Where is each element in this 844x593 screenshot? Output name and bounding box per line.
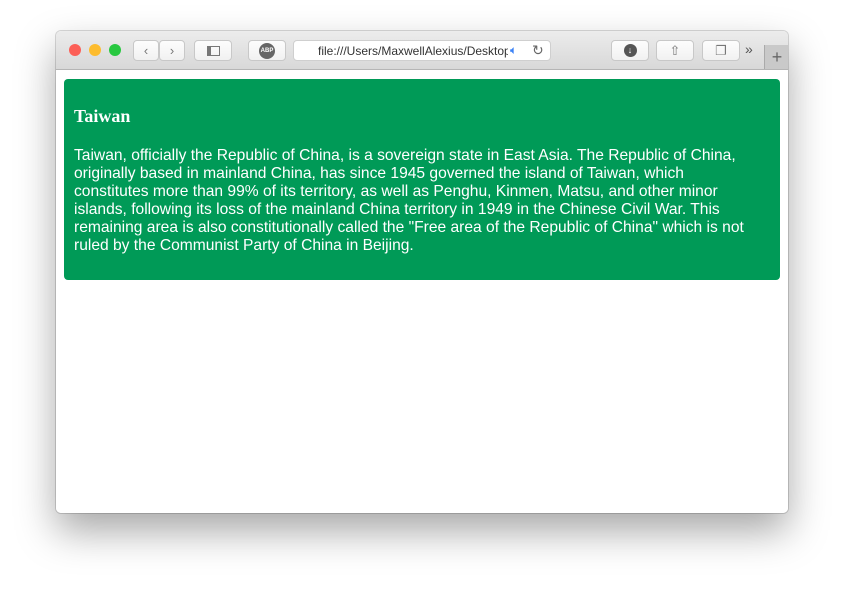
close-window-button[interactable] <box>69 44 81 56</box>
adblock-button[interactable]: ABP <box>248 40 286 61</box>
body-line: originally based in mainland China, has … <box>74 165 684 182</box>
body-line: islands, following its loss of the mainl… <box>74 201 720 218</box>
speaker-icon[interactable]: 🔈︎ <box>510 43 517 58</box>
sidebar-button[interactable] <box>194 40 232 61</box>
body-line: remaining area is also constitutionally … <box>74 219 744 236</box>
zoom-window-button[interactable] <box>109 44 121 56</box>
card-title: Taiwan <box>74 106 131 126</box>
info-card: Taiwan Taiwan, officially the Republic o… <box>64 79 780 280</box>
body-line: constitutes more than 99% of its territo… <box>74 183 718 200</box>
more-chevron-icon[interactable]: » <box>745 41 753 57</box>
share-button[interactable]: ⇧ <box>656 40 694 61</box>
back-button[interactable]: ‹ <box>133 40 159 61</box>
page-content: Taiwan Taiwan, officially the Republic o… <box>56 70 788 513</box>
address-bar[interactable]: file:///Users/MaxwellAlexius/Desktop 🔈︎ … <box>293 40 551 61</box>
new-tab-button[interactable]: + <box>764 45 788 69</box>
forward-button[interactable]: › <box>159 40 185 61</box>
body-line: Taiwan, officially the Republic of China… <box>74 147 736 164</box>
browser-window: ‹ › ABP file:///Users/MaxwellAlexius/Des… <box>56 31 788 513</box>
download-icon: ↓ <box>623 44 637 57</box>
share-icon: ⇧ <box>669 42 681 58</box>
url-text: file:///Users/MaxwellAlexius/Desktop <box>318 44 508 58</box>
adblock-icon: ABP <box>259 42 275 59</box>
tabs-overview-button[interactable]: ❐ <box>702 40 740 61</box>
downloads-button[interactable]: ↓ <box>611 40 649 61</box>
minimize-window-button[interactable] <box>89 44 101 56</box>
chevron-left-icon: ‹ <box>143 43 149 58</box>
reload-icon[interactable]: ↻ <box>532 42 544 59</box>
chevron-right-icon: › <box>169 43 175 58</box>
sidebar-icon <box>206 45 220 56</box>
browser-toolbar: ‹ › ABP file:///Users/MaxwellAlexius/Des… <box>56 31 788 70</box>
card-body: Taiwan, officially the Republic of China… <box>74 147 744 255</box>
body-line: ruled by the Communist Party of China in… <box>74 237 414 254</box>
tabs-icon: ❐ <box>715 42 727 58</box>
